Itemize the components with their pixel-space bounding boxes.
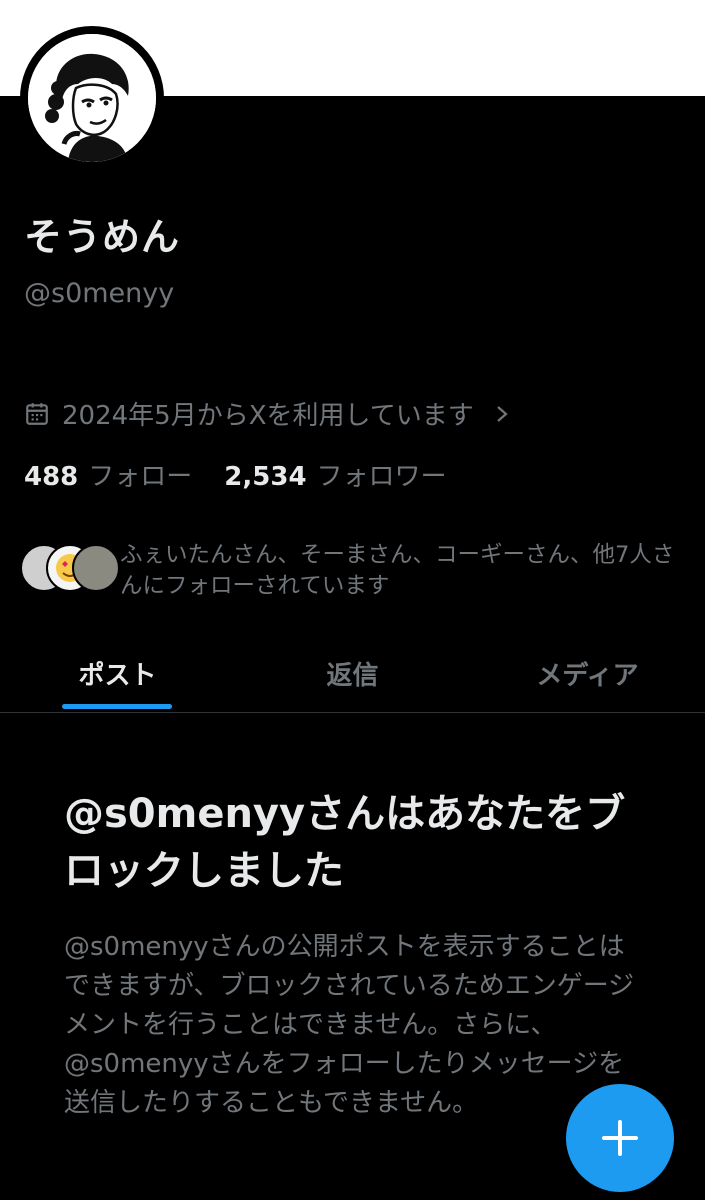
joined-date-text: 2024年5月からXを利用しています	[62, 401, 474, 431]
tab-replies[interactable]: 返信	[235, 634, 470, 712]
plus-icon	[602, 1120, 638, 1156]
active-tab-indicator	[62, 704, 172, 709]
tab-label: メディア	[536, 660, 639, 691]
calendar-icon	[26, 402, 48, 425]
tab-posts[interactable]: ポスト	[0, 634, 235, 712]
following-count: 488	[24, 462, 79, 492]
following-label: フォロー	[88, 462, 193, 492]
joined-date-row[interactable]: 2024年5月からXを利用しています	[24, 395, 512, 432]
user-handle: @s0menyy	[24, 278, 175, 309]
avatar-image	[28, 34, 156, 162]
known-followers-avatars	[20, 544, 120, 592]
followers-count: 2,534	[224, 462, 307, 492]
profile-tabs: ポスト 返信 メディア	[0, 634, 705, 713]
avatar	[72, 544, 120, 592]
follow-stats: 488 フォロー 2,534 フォロワー	[24, 456, 479, 493]
compose-button[interactable]	[566, 1084, 674, 1192]
profile-avatar[interactable]	[20, 26, 164, 170]
tab-label: ポスト	[78, 660, 157, 691]
tab-media[interactable]: メディア	[470, 634, 705, 712]
tab-label: 返信	[326, 660, 379, 691]
following-link[interactable]: 488 フォロー	[24, 456, 192, 493]
followers-link[interactable]: 2,534 フォロワー	[224, 456, 446, 493]
block-notice-body: @s0menyyさんの公開ポストを表示することはできますが、ブロックされているた…	[64, 932, 635, 1118]
display-name: そうめん	[24, 215, 181, 259]
block-notice-title: @s0menyyさんはあなたをブロックしました	[64, 791, 626, 894]
chevron-right-icon	[497, 405, 508, 422]
followers-label: フォロワー	[316, 462, 447, 492]
known-followers-text: ふぇいたんさん、そーまさん、コーギーさん、他7人さんにフォローされています	[120, 542, 675, 599]
